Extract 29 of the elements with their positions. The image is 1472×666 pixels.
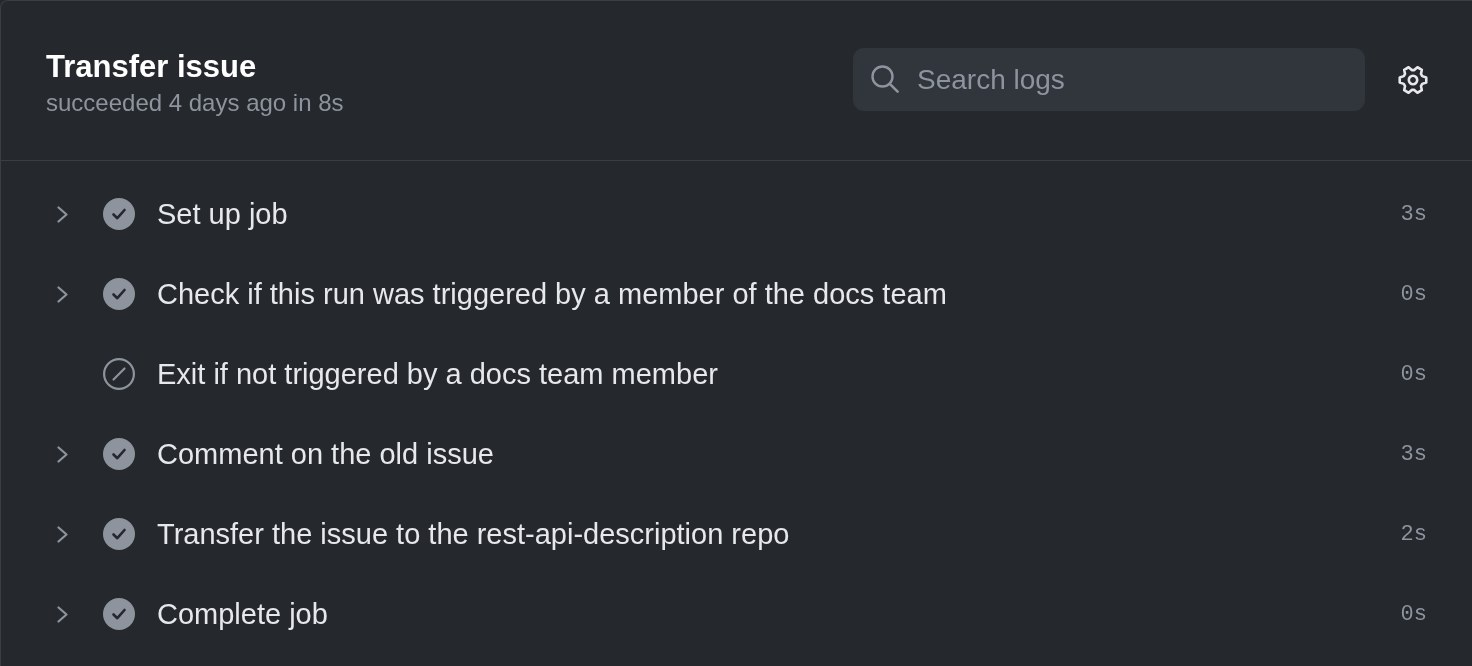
step-duration: 3s: [1400, 201, 1427, 227]
search-icon: [871, 65, 899, 93]
step-duration: 0s: [1400, 281, 1427, 307]
step-name[interactable]: Exit if not triggered by a docs team member: [157, 357, 718, 391]
step-name[interactable]: Transfer the issue to the rest-api-description repo: [157, 517, 790, 551]
chevron-icon[interactable]: [57, 525, 68, 543]
settings-button[interactable]: [1397, 63, 1429, 96]
check-circle-icon: [103, 198, 135, 230]
chevron-icon[interactable]: [57, 285, 68, 303]
check-circle-icon: [103, 598, 135, 630]
step-duration: 0s: [1400, 361, 1427, 387]
step-duration: 0s: [1400, 601, 1427, 627]
settings-icon: [1397, 63, 1429, 96]
search-field[interactable]: Search logs: [853, 48, 1365, 111]
check-circle-icon: [103, 438, 135, 470]
step-name[interactable]: Complete job: [157, 597, 328, 631]
job-title: Transfer issue: [46, 48, 258, 85]
step-name[interactable]: Check if this run was triggered by a member of the docs team: [157, 277, 947, 311]
job-status-text: succeeded 4 days ago in 8s: [46, 88, 344, 117]
chevron-icon[interactable]: [57, 445, 68, 463]
step-duration: 3s: [1400, 441, 1427, 467]
check-circle-icon: [103, 278, 135, 310]
check-circle-icon: [103, 518, 135, 550]
step-duration: 2s: [1400, 521, 1427, 547]
step-name[interactable]: Comment on the old issue: [157, 437, 494, 471]
chevron-icon[interactable]: [57, 605, 68, 623]
step-name[interactable]: Set up job: [157, 197, 288, 231]
chevron-icon[interactable]: [57, 205, 68, 223]
skipped-circle-icon: [103, 358, 135, 390]
